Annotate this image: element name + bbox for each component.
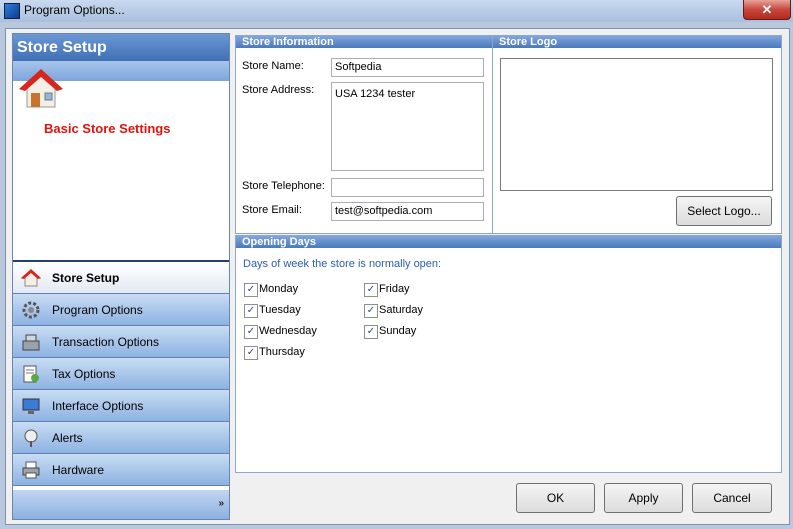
store-email-label: Store Email: xyxy=(242,204,302,216)
sidebar-item-label: Hardware xyxy=(52,463,105,477)
house-icon xyxy=(19,69,63,108)
store-email-field[interactable]: test@softpedia.com xyxy=(331,202,484,221)
thursday-label: Thursday xyxy=(259,346,305,358)
apply-button[interactable]: Apply xyxy=(604,483,683,513)
store-name-label: Store Name: xyxy=(242,60,304,72)
sidebar-item-tax-options[interactable]: Tax Options xyxy=(13,358,229,390)
store-telephone-field[interactable] xyxy=(331,178,484,197)
sidebar-nav: Store Setup Program Options Transaction … xyxy=(13,260,229,486)
sidebar-item-label: Transaction Options xyxy=(52,335,159,349)
store-information-group: Store Information Store Name: Softpedia … xyxy=(235,35,493,234)
sidebar-item-label: Store Setup xyxy=(52,271,120,285)
sidebar-item-hardware[interactable]: Hardware xyxy=(13,454,229,486)
ok-button[interactable]: OK xyxy=(516,483,595,513)
sidebar-item-label: Tax Options xyxy=(52,367,116,381)
store-logo-group: Store Logo Select Logo... xyxy=(492,35,782,234)
sidebar-item-label: Interface Options xyxy=(52,399,144,413)
store-logo-header: Store Logo xyxy=(493,36,781,48)
tuesday-checkbox[interactable]: ✓ xyxy=(244,304,258,318)
house-icon xyxy=(21,269,41,287)
title-bar: Program Options... ✕ xyxy=(0,0,793,22)
window-title: Program Options... xyxy=(24,3,125,17)
sunday-checkbox[interactable]: ✓ xyxy=(364,325,378,339)
app-icon xyxy=(4,3,20,19)
opening-days-caption: Days of week the store is normally open: xyxy=(243,258,442,270)
gear-icon xyxy=(22,301,40,319)
tuesday-label: Tuesday xyxy=(259,304,301,316)
printer-icon xyxy=(22,461,40,479)
content-area xyxy=(235,371,782,473)
section-title: Basic Store Settings xyxy=(44,121,171,136)
select-logo-button[interactable]: Select Logo... xyxy=(676,196,772,226)
store-telephone-label: Store Telephone: xyxy=(242,180,325,192)
cancel-button[interactable]: Cancel xyxy=(692,483,772,513)
sidebar-item-alerts[interactable]: Alerts xyxy=(13,422,229,454)
sidebar-item-label: Program Options xyxy=(52,303,143,317)
opening-days-group: Opening Days Days of week the store is n… xyxy=(235,235,782,372)
cash-register-icon xyxy=(22,334,40,351)
chevron-expand-icon[interactable]: » xyxy=(218,498,224,509)
sidebar-item-label: Alerts xyxy=(52,431,83,445)
friday-label: Friday xyxy=(379,283,410,295)
logo-preview xyxy=(500,58,773,191)
sidebar-item-program-options[interactable]: Program Options xyxy=(13,294,229,326)
sidebar-item-transaction-options[interactable]: Transaction Options xyxy=(13,326,229,358)
sidebar-item-interface-options[interactable]: Interface Options xyxy=(13,390,229,422)
sidebar-footer: » xyxy=(13,490,229,519)
store-address-field[interactable]: USA 1234 tester xyxy=(331,82,484,171)
sidebar-item-store-setup[interactable]: Store Setup xyxy=(13,260,229,294)
tax-document-icon xyxy=(23,365,39,383)
monday-label: Monday xyxy=(259,283,299,295)
opening-days-header: Opening Days xyxy=(236,236,781,248)
store-address-label: Store Address: xyxy=(242,84,315,96)
dialog-body: Store Setup Basic Store Settings Store S… xyxy=(5,28,790,525)
wednesday-label: Wednesday xyxy=(259,325,317,337)
sidebar: Store Setup Basic Store Settings Store S… xyxy=(12,33,230,520)
sidebar-header: Store Setup xyxy=(13,34,229,61)
monday-checkbox[interactable]: ✓ xyxy=(244,283,258,297)
wednesday-checkbox[interactable]: ✓ xyxy=(244,325,258,339)
store-information-header: Store Information xyxy=(236,36,492,48)
thursday-checkbox[interactable]: ✓ xyxy=(244,346,258,360)
saturday-checkbox[interactable]: ✓ xyxy=(364,304,378,318)
sunday-label: Sunday xyxy=(379,325,417,337)
friday-checkbox[interactable]: ✓ xyxy=(364,283,378,297)
store-name-field[interactable]: Softpedia xyxy=(331,58,484,77)
monitor-icon xyxy=(22,398,40,414)
close-button[interactable]: ✕ xyxy=(743,0,791,20)
saturday-label: Saturday xyxy=(379,304,424,316)
alert-icon xyxy=(24,429,38,447)
